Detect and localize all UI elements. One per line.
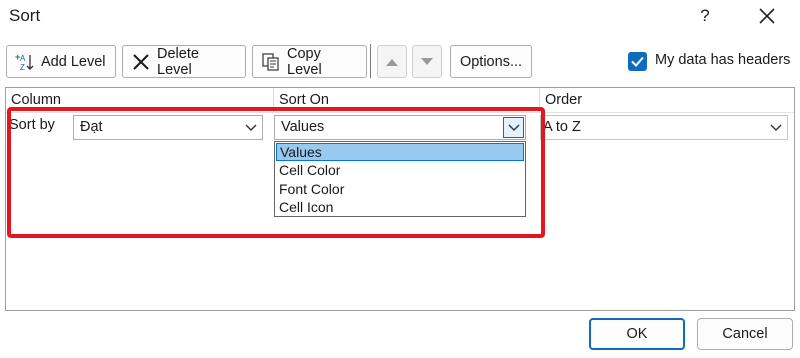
- sort-on-select[interactable]: Values: [274, 115, 526, 140]
- close-icon: [759, 8, 775, 24]
- sort-on-dropdown-list: Values Cell Color Font Color Cell Icon: [274, 141, 526, 217]
- column-select-value: Đạt: [80, 119, 103, 135]
- options-button[interactable]: Options...: [450, 45, 532, 78]
- chevron-down-icon[interactable]: [503, 117, 524, 138]
- options-label: Options...: [459, 53, 523, 70]
- checkmark-icon: [631, 56, 644, 67]
- help-button[interactable]: ?: [690, 2, 720, 30]
- column-select[interactable]: Đạt: [73, 115, 263, 140]
- sort-on-header: Sort On: [279, 92, 329, 108]
- delete-level-button[interactable]: Delete Level: [122, 45, 246, 78]
- copy-icon: [261, 52, 281, 72]
- dialog-title: Sort: [9, 6, 41, 25]
- sort-on-select-value: Values: [281, 119, 325, 135]
- toolbar-separator: [370, 44, 371, 78]
- move-up-button[interactable]: [377, 45, 407, 78]
- option-cell-icon[interactable]: Cell Icon: [276, 198, 524, 216]
- option-font-color[interactable]: Font Color: [276, 180, 524, 198]
- copy-level-button[interactable]: Copy Level: [252, 45, 367, 78]
- order-select[interactable]: A to Z: [540, 115, 788, 140]
- close-button[interactable]: [750, 2, 784, 30]
- option-cell-color[interactable]: Cell Color: [276, 161, 524, 179]
- order-select-value: A to Z: [543, 119, 581, 135]
- my-data-has-headers-checkbox[interactable]: [628, 52, 647, 71]
- my-data-has-headers-label: My data has headers: [655, 52, 791, 68]
- chevron-down-icon[interactable]: [240, 116, 262, 139]
- delete-x-icon: [131, 52, 151, 72]
- delete-level-label: Delete Level: [157, 45, 199, 78]
- svg-text:A: A: [20, 54, 26, 63]
- sort-levels-grid: Column Sort On Order Sort by Đạt Values …: [5, 87, 795, 311]
- cancel-button[interactable]: Cancel: [697, 318, 793, 350]
- sort-by-label: Sort by: [9, 117, 55, 133]
- option-values[interactable]: Values: [276, 143, 524, 161]
- add-level-label: Add Level: [41, 53, 106, 70]
- chevron-down-icon[interactable]: [765, 116, 787, 139]
- title-bar: Sort ?: [0, 0, 800, 34]
- move-down-button[interactable]: [412, 45, 442, 78]
- order-header: Order: [545, 92, 583, 108]
- down-arrow-icon: [421, 57, 433, 65]
- svg-text:Z: Z: [20, 63, 25, 72]
- add-level-button[interactable]: + A Z Add Level: [6, 45, 116, 78]
- column-header: Column: [11, 92, 61, 108]
- header-rule: [6, 112, 794, 113]
- up-arrow-icon: [386, 58, 398, 66]
- ok-button[interactable]: OK: [589, 318, 685, 350]
- copy-level-label: Copy Level: [287, 45, 322, 78]
- add-sort-level-icon: + A Z: [15, 52, 35, 72]
